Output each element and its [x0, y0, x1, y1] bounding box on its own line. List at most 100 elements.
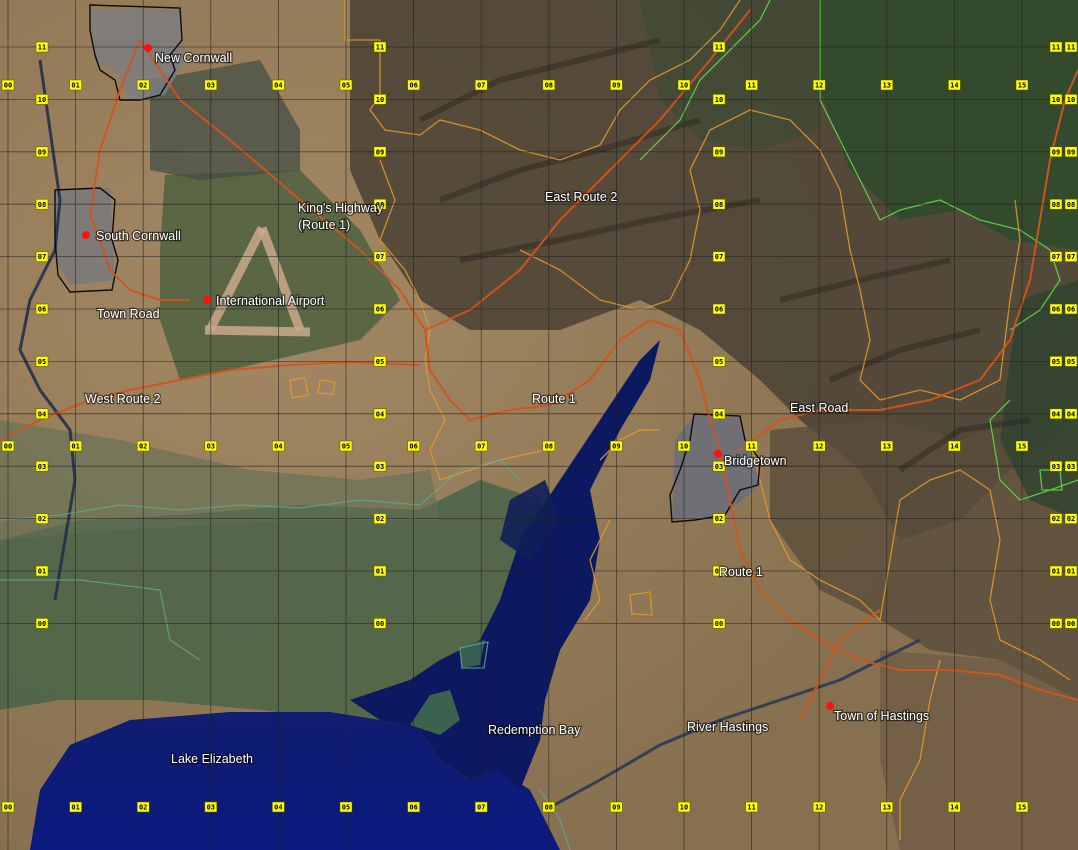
grid-label-easting-07: 07: [474, 79, 488, 91]
grid-label-northing-06: 06: [1049, 303, 1063, 315]
grid-label-northing-08: 08: [712, 198, 726, 210]
grid-label-easting-11: 11: [745, 440, 758, 452]
label-kings-highway-line-2: (Route 1): [298, 218, 350, 232]
grid-label-easting-07: 07: [474, 801, 488, 813]
grid-label-edge-00: 00: [1064, 618, 1078, 629]
marker-south-cornwall[interactable]: [82, 231, 90, 239]
grid-label-easting-00: 00: [1, 79, 15, 91]
grid-label-edge-02: 02: [1064, 513, 1078, 524]
grid-label-northing-08: 08: [35, 198, 49, 210]
label-kings-highway-line-1: King's Highway: [298, 201, 384, 215]
marker-new-cornwall[interactable]: [144, 44, 152, 52]
svg-text:13: 13: [883, 443, 891, 451]
marker-international-airport[interactable]: [203, 296, 211, 304]
grid-label-edge-05: 05: [1064, 356, 1078, 367]
svg-text:01: 01: [376, 568, 384, 576]
svg-text:13: 13: [883, 804, 891, 812]
svg-text:10: 10: [680, 804, 688, 812]
svg-text:05: 05: [38, 358, 46, 366]
svg-text:09: 09: [612, 82, 620, 90]
grid-label-northing-05: 05: [35, 356, 49, 367]
svg-text:03: 03: [1067, 463, 1075, 471]
svg-text:08: 08: [38, 201, 46, 209]
grid-label-easting-10: 10: [677, 440, 691, 452]
grid-label-northing-03: 03: [35, 460, 49, 472]
svg-text:05: 05: [376, 358, 384, 366]
svg-text:09: 09: [1052, 148, 1060, 156]
svg-text:12: 12: [815, 82, 823, 90]
marker-bridgetown[interactable]: [714, 450, 722, 458]
grid-label-easting-02: 02: [136, 440, 150, 452]
grid-label-northing-02: 02: [712, 513, 726, 524]
grid-label-northing-01: 01: [1049, 565, 1063, 577]
svg-text:06: 06: [409, 443, 417, 451]
svg-text:10: 10: [38, 96, 46, 104]
grid-label-easting-04: 04: [272, 801, 285, 813]
svg-text:08: 08: [545, 82, 553, 90]
label-east-road: East Road: [790, 401, 848, 415]
grid-label-easting-03: 03: [204, 440, 218, 452]
svg-text:04: 04: [1067, 410, 1075, 418]
grid-label-northing-08: 08: [1049, 198, 1063, 210]
svg-text:02: 02: [715, 515, 723, 523]
svg-text:03: 03: [38, 463, 46, 471]
svg-text:09: 09: [612, 443, 620, 451]
svg-text:08: 08: [545, 443, 553, 451]
grid-label-easting-14: 14: [948, 79, 961, 91]
label-route-1-north: Route 1: [532, 392, 576, 406]
svg-text:01: 01: [71, 82, 79, 90]
grid-label-easting-04: 04: [272, 79, 285, 91]
svg-text:10: 10: [715, 96, 723, 104]
svg-text:02: 02: [139, 443, 147, 451]
satellite-map[interactable]: 00 01 02 03 04 05 06 07 08 09 10 11 12 13 14 15 00 01 02 03…: [0, 0, 1078, 850]
svg-text:05: 05: [1067, 358, 1075, 366]
grid-label-northing-10: 10: [1049, 94, 1063, 105]
svg-text:09: 09: [376, 148, 384, 156]
grid-label-northing-07: 07: [712, 251, 726, 262]
svg-text:01: 01: [71, 443, 79, 451]
grid-label-northing-05: 05: [712, 356, 726, 367]
airport-runway-3: [204, 325, 311, 337]
svg-text:09: 09: [715, 148, 723, 156]
svg-text:08: 08: [545, 804, 553, 812]
svg-text:08: 08: [1052, 201, 1060, 209]
svg-text:14: 14: [950, 82, 958, 90]
svg-text:11: 11: [747, 82, 755, 90]
grid-label-northing-10: 10: [373, 94, 387, 105]
grid-label-edge-07: 07: [1064, 251, 1078, 262]
grid-label-easting-13: 13: [880, 801, 894, 813]
grid-label-easting-02: 02: [136, 79, 150, 91]
grid-label-easting-11: 11: [745, 801, 758, 813]
grid-label-easting-09: 09: [610, 801, 623, 813]
grid-label-edge-03: 03: [1064, 460, 1078, 472]
grid-label-easting-13: 13: [880, 79, 894, 91]
svg-text:02: 02: [139, 82, 147, 90]
svg-text:07: 07: [477, 82, 485, 90]
svg-text:06: 06: [715, 306, 723, 314]
marker-town-of-hastings[interactable]: [826, 702, 834, 710]
grid-label-northing-09: 09: [373, 146, 387, 158]
svg-text:11: 11: [1067, 44, 1075, 52]
svg-text:11: 11: [376, 44, 384, 52]
label-international-airport: International Airport: [216, 294, 325, 308]
svg-text:05: 05: [715, 358, 723, 366]
svg-text:06: 06: [1067, 306, 1075, 314]
svg-text:12: 12: [815, 804, 823, 812]
svg-text:10: 10: [680, 82, 688, 90]
svg-text:02: 02: [139, 804, 147, 812]
svg-text:02: 02: [1067, 515, 1075, 523]
grid-label-easting-04: 04: [272, 440, 285, 452]
label-town-of-hastings: Town of Hastings: [834, 709, 929, 723]
grid-label-easting-06: 06: [407, 440, 420, 452]
svg-text:09: 09: [1067, 148, 1075, 156]
svg-text:05: 05: [1052, 358, 1060, 366]
grid-label-easting-10: 10: [677, 79, 691, 91]
grid-label-easting-00: 00: [1, 440, 15, 452]
svg-text:10: 10: [1067, 96, 1075, 104]
grid-label-northing-07: 07: [35, 251, 49, 262]
svg-text:04: 04: [38, 410, 46, 418]
grid-label-northing-06: 06: [35, 303, 49, 315]
svg-text:13: 13: [883, 82, 891, 90]
label-bridgetown: Bridgetown: [724, 454, 787, 468]
grid-label-easting-07: 07: [474, 440, 488, 452]
